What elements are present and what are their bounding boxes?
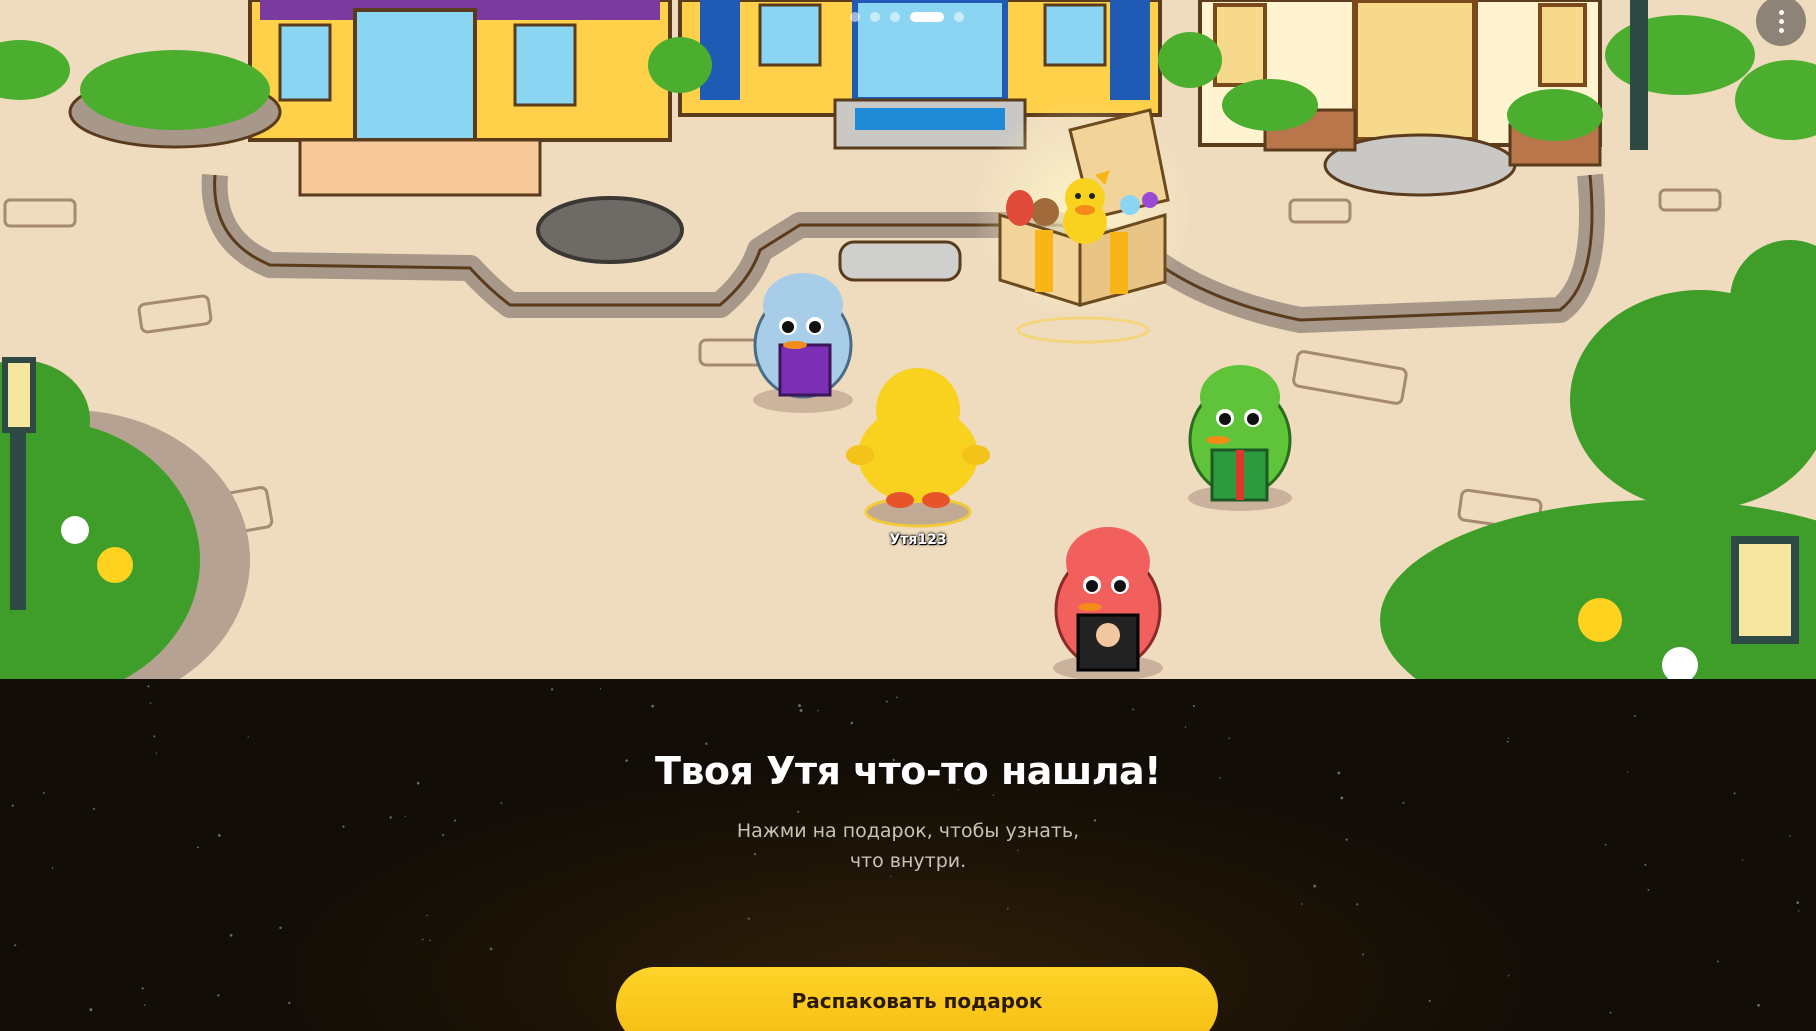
progress-dot[interactable] [870,12,880,22]
menu-dot [1778,27,1784,33]
subtitle-line-2: что внутри. [849,850,967,872]
progress-dot[interactable] [890,12,900,22]
duck-green [1188,365,1292,511]
game-scene: Утя123 [0,0,1816,679]
unpack-gift-button[interactable]: Распаковать подарок [616,967,1218,1031]
progress-dot-active[interactable] [910,12,944,22]
player-name-label: Утя123 [889,532,947,548]
progress-dot[interactable] [850,12,860,22]
progress-dot[interactable] [954,12,964,22]
plaza-background [0,0,1816,679]
panel-title: Твоя Утя что-то нашла! [654,749,1162,793]
menu-dot [1778,18,1784,24]
story-progress [850,12,964,22]
gift-box-button[interactable] [990,110,1180,350]
panel-subtitle: Нажми на подарок, чтобы узнать, что внут… [658,816,1158,876]
duck-blue [753,273,853,413]
subtitle-line-1: Нажми на подарок, чтобы узнать, [736,820,1080,842]
menu-dot [1778,9,1784,15]
message-panel: Твоя Утя что-то нашла! Нажми на подарок,… [0,679,1816,1031]
